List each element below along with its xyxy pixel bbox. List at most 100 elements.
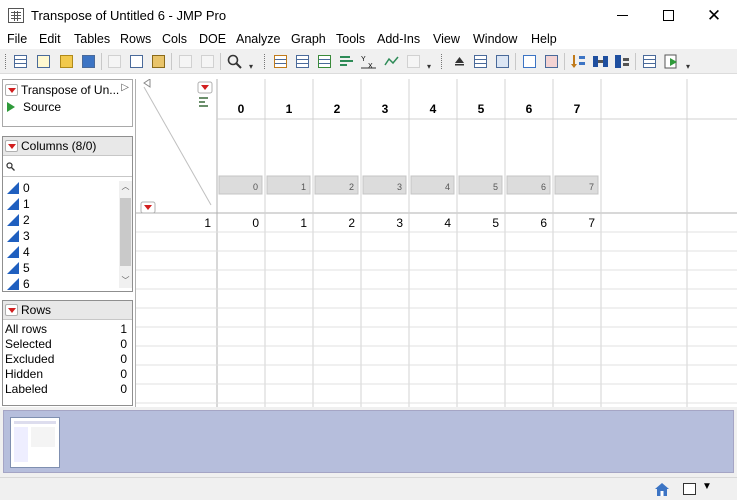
row-number[interactable]: 1 [204,216,211,230]
column-list-scrollbar[interactable]: ︿ ﹀ [119,181,132,288]
menu-cols[interactable]: Cols [162,32,187,46]
column-info-icon[interactable] [199,97,208,99]
red-triangle-menu-icon[interactable] [5,304,18,316]
window-list-icon[interactable] [683,483,696,495]
row-stat-value: 0 [120,352,127,366]
data-table-icon[interactable] [272,53,289,70]
window-thumbnail[interactable] [10,417,60,468]
column-header-name[interactable]: 1 [286,102,293,116]
column-header-name[interactable]: 6 [526,102,533,116]
column-list-item[interactable]: 6 [3,276,118,292]
table-cell[interactable]: 2 [348,216,355,230]
menu-edit[interactable]: Edit [39,32,61,46]
new-script-icon[interactable] [35,53,52,70]
table-cell[interactable]: 6 [540,216,547,230]
column-summary-value: 6 [541,182,546,192]
menu-add-ins[interactable]: Add-Ins [377,32,420,46]
close-button[interactable]: ✕ [691,0,737,31]
scrollbar-thumb[interactable] [120,198,131,266]
row-stat: Labeled 0 [5,382,131,397]
table-cell[interactable]: 1 [300,216,307,230]
run-script-icon[interactable] [663,53,680,70]
open-file-icon[interactable] [58,53,75,70]
menu-bar: File Edit Tables Rows Cols DOE Analyze G… [0,31,737,49]
copy-icon[interactable] [128,53,145,70]
table-cell[interactable]: 7 [588,216,595,230]
distribution-icon[interactable] [338,53,355,70]
menu-view[interactable]: View [433,32,460,46]
search-icon[interactable] [226,53,243,70]
column-summary-value: 7 [589,182,594,192]
table-view-icon[interactable] [641,53,658,70]
column-header-name[interactable]: 5 [478,102,485,116]
column-list-item[interactable]: 5 [3,260,118,276]
menu-rows[interactable]: Rows [120,32,151,46]
collapse-arrow-icon[interactable]: ▷ [121,82,129,93]
stack-columns-icon[interactable] [614,53,631,70]
data-grid-icon[interactable] [294,53,311,70]
column-list-item[interactable]: 3 [3,228,118,244]
lock-icon[interactable] [199,53,216,70]
list-view-icon[interactable] [472,53,489,70]
chevron-down-icon[interactable]: ▼ [702,481,712,492]
table-cell[interactable]: 0 [252,216,259,230]
red-triangle-menu-icon[interactable] [5,83,18,96]
paste-icon[interactable] [150,53,167,70]
column-header-name[interactable]: 4 [430,102,437,116]
chevron-down-icon[interactable]: ▾ [427,62,431,71]
menu-graph[interactable]: Graph [291,32,326,46]
column-header-name[interactable]: 2 [334,102,341,116]
source-script-row[interactable]: Source [7,100,61,114]
menu-tools[interactable]: Tools [336,32,365,46]
column-header-name[interactable]: 3 [382,102,389,116]
column-name: 5 [23,261,30,275]
eject-icon[interactable] [451,53,468,70]
column-search-input[interactable] [18,160,128,173]
table-summary-icon[interactable] [316,53,333,70]
column-header-name[interactable]: 0 [238,102,245,116]
toolbar-grip[interactable] [264,54,266,69]
column-list-item[interactable]: 1 [3,196,118,212]
menu-file[interactable]: File [7,32,27,46]
maximize-button[interactable] [645,0,691,31]
chevron-down-icon[interactable]: ▾ [686,62,690,71]
chevron-down-icon[interactable]: ▾ [249,62,253,71]
column-search-field[interactable] [3,157,132,177]
toolbar-grip[interactable] [5,54,7,69]
sort-icon[interactable] [570,53,587,70]
table-cell[interactable]: 4 [444,216,451,230]
new-data-table-icon[interactable] [12,53,29,70]
red-triangle-menu-icon[interactable] [5,140,18,152]
columns-panel: Columns (8/0) 0 1 2 3 4 5 6 ︿ ﹀ [2,136,133,292]
fit-model-icon[interactable] [383,53,400,70]
edit-table-icon[interactable] [521,53,538,70]
menu-analyze[interactable]: Analyze [236,32,280,46]
table-cell[interactable]: 3 [396,216,403,230]
toolbar-grip[interactable] [441,54,443,69]
calculator-icon[interactable] [494,53,511,70]
column-list-item[interactable]: 0 [3,180,118,196]
row-stat-label: Hidden [5,367,44,381]
menu-tables[interactable]: Tables [74,32,110,46]
subset-icon[interactable] [543,53,560,70]
scroll-down-icon[interactable]: ﹀ [120,275,131,288]
fit-y-by-x-icon[interactable]: YX [360,53,377,70]
minimize-icon [616,15,628,16]
split-columns-icon[interactable] [592,53,609,70]
column-list-item[interactable]: 4 [3,244,118,260]
menu-doe[interactable]: DOE [199,32,226,46]
pencil-icon[interactable] [405,53,422,70]
column-list-item[interactable]: 2 [3,212,118,228]
menu-help[interactable]: Help [531,32,557,46]
column-header-name[interactable]: 7 [574,102,581,116]
table-cell[interactable]: 5 [492,216,499,230]
save-icon[interactable] [80,53,97,70]
cut-icon[interactable] [106,53,123,70]
toolbar-separator [635,53,636,70]
menu-window[interactable]: Window [473,32,517,46]
scroll-up-icon[interactable]: ︿ [120,181,131,194]
minimize-button[interactable] [599,0,645,31]
journal-icon[interactable] [177,53,194,70]
home-icon[interactable] [653,481,671,498]
row-stat-label: All rows [5,322,48,336]
